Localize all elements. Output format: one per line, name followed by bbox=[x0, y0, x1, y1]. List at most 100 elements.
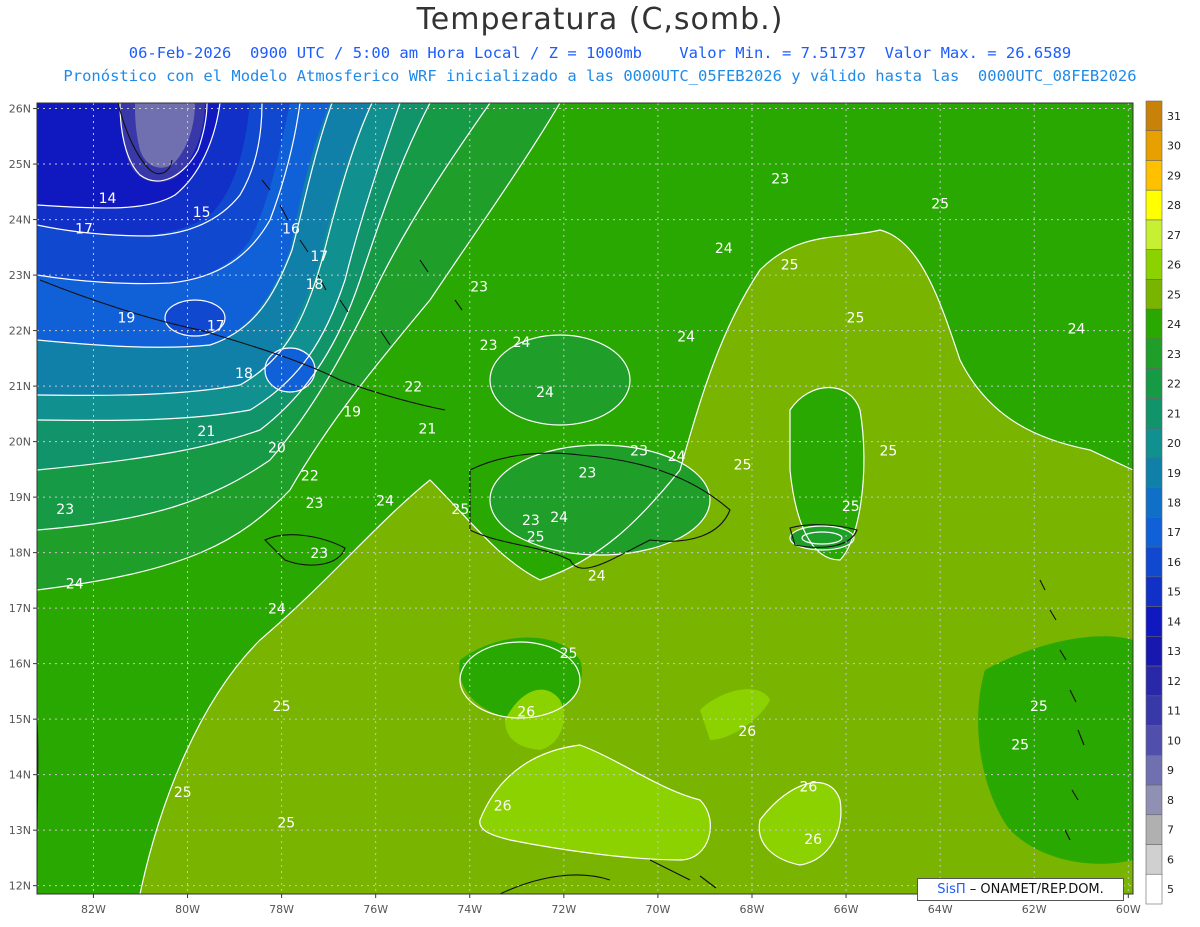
colorbar-label: 10 bbox=[1167, 734, 1181, 747]
contour-label: 26 bbox=[800, 779, 818, 795]
lon-tick-label: 80W bbox=[175, 903, 200, 916]
colorbar-swatch bbox=[1145, 517, 1163, 548]
contour-label: 19 bbox=[343, 405, 361, 421]
contour-label: 23 bbox=[306, 496, 324, 512]
colorbar: 31 30 29 28 27 26 25 24 23 22 21 20 19 18 17 16 15 14 13 12… bbox=[1145, 100, 1181, 905]
credit-box: SisΠ – ONAMET/REP.DOM. bbox=[917, 878, 1124, 901]
colorbar-label: 8 bbox=[1167, 794, 1174, 807]
colorbar-swatch bbox=[1145, 219, 1163, 251]
lon-tick-label: 76W bbox=[363, 903, 388, 916]
map-fields bbox=[37, 103, 1133, 894]
map-title: Temperatura (C,somb.) bbox=[416, 2, 784, 37]
colorbar-swatch bbox=[1145, 279, 1163, 310]
colorbar-label: 13 bbox=[1167, 645, 1181, 658]
contour-label: 23 bbox=[630, 443, 648, 459]
lat-tick-label: 18N bbox=[9, 547, 31, 560]
colorbar-swatch bbox=[1145, 814, 1163, 845]
colorbar-label: 27 bbox=[1167, 229, 1181, 242]
contour-label: 25 bbox=[527, 530, 545, 546]
contour-label: 24 bbox=[550, 510, 568, 526]
lat-tick-label: 23N bbox=[9, 269, 31, 282]
colorbar-label: 14 bbox=[1167, 615, 1181, 628]
colorbar-label: 16 bbox=[1167, 556, 1181, 569]
contour-label: 24 bbox=[588, 568, 606, 584]
contour-label: 24 bbox=[376, 493, 394, 509]
contour-label: 18 bbox=[306, 277, 324, 293]
contour-label: 23 bbox=[578, 466, 596, 482]
contour-label: 26 bbox=[517, 704, 535, 720]
colorbar-label: 17 bbox=[1167, 526, 1181, 539]
contour-label: 20 bbox=[268, 441, 286, 457]
contour-label: 25 bbox=[277, 815, 295, 831]
contour-label: 23 bbox=[771, 171, 789, 187]
colorbar-swatch bbox=[1145, 487, 1163, 518]
contour-label: 15 bbox=[193, 205, 211, 221]
contour-label: 24 bbox=[715, 241, 733, 257]
lon-tick-label: 72W bbox=[551, 903, 576, 916]
contour-label: 25 bbox=[842, 499, 860, 515]
colorbar-label: 19 bbox=[1167, 467, 1181, 480]
contour-label: 24 bbox=[1068, 321, 1086, 337]
colorbar-label: 18 bbox=[1167, 497, 1181, 510]
colorbar-label: 22 bbox=[1167, 378, 1181, 391]
contour-label: 25 bbox=[781, 258, 799, 274]
lat-tick-label: 19N bbox=[9, 491, 31, 504]
colorbar-swatch bbox=[1145, 665, 1163, 697]
contour-label: 26 bbox=[738, 724, 756, 740]
lat-tick-label: 25N bbox=[9, 158, 31, 171]
colorbar-label: 7 bbox=[1167, 824, 1174, 837]
colorbar-label: 26 bbox=[1167, 259, 1181, 272]
colorbar-swatch bbox=[1145, 725, 1163, 756]
lon-tick-label: 82W bbox=[81, 903, 106, 916]
model-info-line: Pronóstico con el Modelo Atmosferico WRF… bbox=[63, 67, 1137, 85]
contour-label: 18 bbox=[235, 366, 253, 382]
lat-tick-label: 16N bbox=[9, 658, 31, 671]
temperature-map: 26N 25N 24N 23N 22N 21N 20N 19N 18N 17N 16N 15N 14N 1… bbox=[9, 100, 1181, 916]
lat-tick-label: 13N bbox=[9, 824, 31, 837]
colorbar-label: 28 bbox=[1167, 199, 1181, 212]
contour-label: 25 bbox=[273, 699, 291, 715]
colorbar-label: 29 bbox=[1167, 169, 1181, 182]
colorbar-label: 21 bbox=[1167, 407, 1181, 420]
contour-label: 17 bbox=[310, 249, 328, 265]
contour-label: 26 bbox=[494, 799, 512, 815]
contour-label: 21 bbox=[419, 421, 437, 437]
colorbar-swatch bbox=[1145, 606, 1163, 637]
colorbar-label: 9 bbox=[1167, 764, 1174, 777]
colorbar-swatch bbox=[1145, 576, 1163, 607]
colorbar-label: 15 bbox=[1167, 586, 1181, 599]
contour-label: 25 bbox=[560, 646, 578, 662]
contour-label: 25 bbox=[174, 785, 192, 801]
contour-label: 21 bbox=[197, 424, 215, 440]
contour-label: 24 bbox=[268, 602, 286, 618]
colorbar-label: 25 bbox=[1167, 288, 1181, 301]
colorbar-label: 31 bbox=[1167, 110, 1181, 123]
colorbar-swatch bbox=[1145, 784, 1163, 816]
colorbar-swatch bbox=[1145, 338, 1163, 369]
contour-label: 17 bbox=[207, 319, 225, 335]
colorbar-swatch bbox=[1145, 160, 1163, 191]
colorbar-label: 6 bbox=[1167, 853, 1174, 866]
contour-label: 23 bbox=[480, 338, 498, 354]
contour-label: 17 bbox=[75, 221, 93, 237]
contour-label: 25 bbox=[1011, 738, 1029, 754]
colorbar-swatch bbox=[1145, 754, 1163, 786]
contour-label: 24 bbox=[668, 449, 686, 465]
colorbar-swatch bbox=[1145, 398, 1163, 429]
lat-tick-label: 12N bbox=[9, 880, 31, 893]
contour-label: 25 bbox=[734, 457, 752, 473]
lat-tick-label: 21N bbox=[9, 380, 31, 393]
colorbar-swatch bbox=[1145, 189, 1163, 221]
contour-label: 23 bbox=[470, 280, 488, 296]
contour-label: 14 bbox=[99, 191, 117, 207]
contour-label: 24 bbox=[677, 330, 695, 346]
lon-tick-label: 70W bbox=[645, 903, 670, 916]
lat-tick-label: 22N bbox=[9, 325, 31, 338]
colorbar-swatch bbox=[1145, 368, 1163, 399]
lat-tick-label: 26N bbox=[9, 103, 31, 116]
contour-label: 19 bbox=[117, 310, 135, 326]
contour-label: 25 bbox=[879, 443, 897, 459]
colorbar-swatch bbox=[1145, 546, 1163, 578]
contour-label: 22 bbox=[404, 380, 422, 396]
lon-tick-label: 66W bbox=[834, 903, 859, 916]
